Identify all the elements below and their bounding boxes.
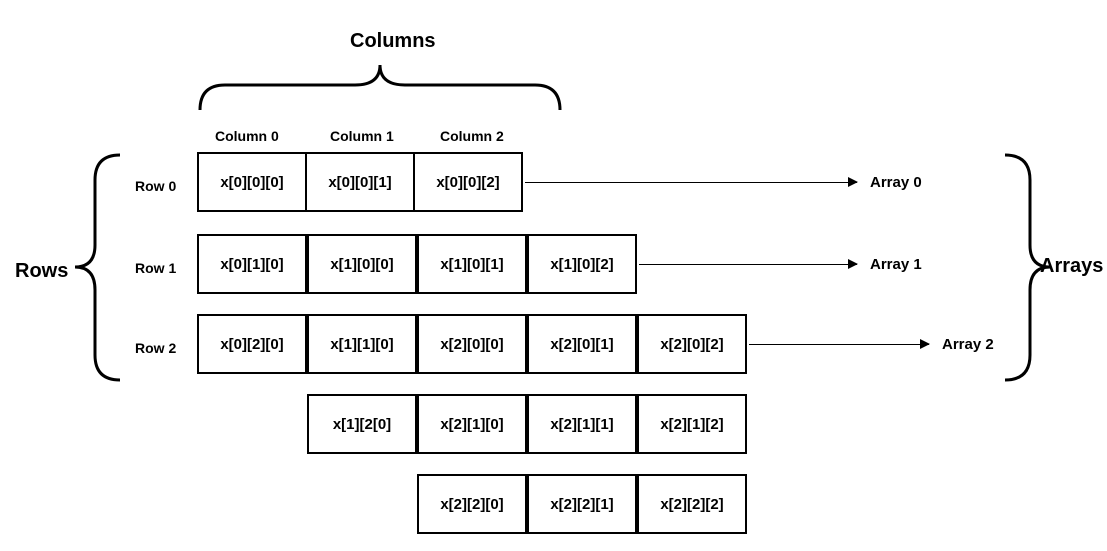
arr2-label: Array 2: [942, 336, 994, 353]
cell-020: x[0][2][0]: [197, 314, 307, 374]
arrow-array2: [749, 344, 929, 345]
cell-010: x[0][1][0]: [197, 234, 307, 294]
cell-002: x[0][0][2]: [413, 152, 523, 212]
arr0-label: Array 0: [870, 174, 922, 191]
row0-header: Row 0: [135, 178, 176, 194]
cell-200: x[2][0][0]: [417, 314, 527, 374]
arrow-array1: [639, 264, 857, 265]
cell-102: x[1][0][2]: [527, 234, 637, 294]
columns-heading: Columns: [350, 30, 436, 53]
cell-221: x[2][2][1]: [527, 474, 637, 534]
rows-heading: Rows: [15, 260, 68, 283]
cell-211: x[2][1][1]: [527, 394, 637, 454]
cell-110: x[1][1][0]: [307, 314, 417, 374]
cell-201: x[2][0][1]: [527, 314, 637, 374]
cell-210: x[2][1][0]: [417, 394, 527, 454]
cell-220: x[2][2][0]: [417, 474, 527, 534]
cell-000: x[0][0][0]: [197, 152, 307, 212]
columns-brace: [195, 60, 565, 115]
arrow-array0: [525, 182, 857, 183]
cell-202: x[2][0][2]: [637, 314, 747, 374]
row2-header: Row 2: [135, 340, 176, 356]
cell-212: x[2][1][2]: [637, 394, 747, 454]
col1-header: Column 1: [330, 128, 394, 144]
arrays-heading: Arrays: [1040, 255, 1103, 278]
rows-brace: [70, 150, 125, 385]
cell-100: x[1][0][0]: [307, 234, 417, 294]
row1-header: Row 1: [135, 260, 176, 276]
col0-header: Column 0: [215, 128, 279, 144]
col2-header: Column 2: [440, 128, 504, 144]
cell-222: x[2][2][2]: [637, 474, 747, 534]
arr1-label: Array 1: [870, 256, 922, 273]
cell-001: x[0][0][1]: [305, 152, 415, 212]
cell-120: x[1][2[0]: [307, 394, 417, 454]
cell-101: x[1][0][1]: [417, 234, 527, 294]
